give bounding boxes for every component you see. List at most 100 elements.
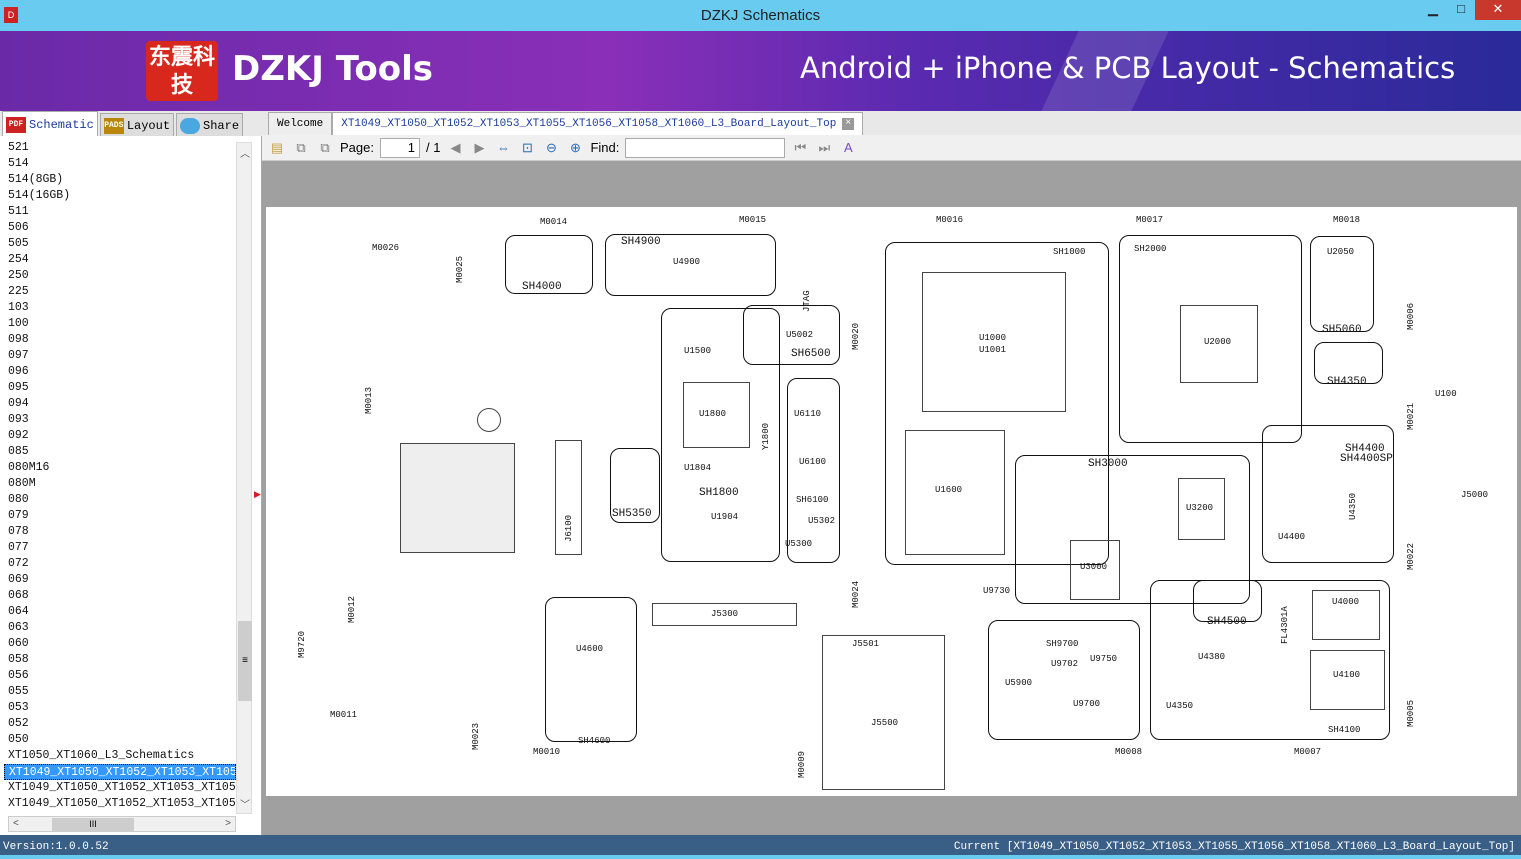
list-item[interactable]: 511: [4, 204, 236, 220]
close-tab-icon[interactable]: ×: [842, 118, 855, 130]
component-label: Y1800: [761, 422, 771, 450]
component-label: SH5350: [612, 508, 652, 520]
list-item[interactable]: 077: [4, 540, 236, 556]
component-label: JTAG: [802, 290, 812, 312]
list-item[interactable]: 225: [4, 284, 236, 300]
vertical-scrollbar[interactable]: ︿ ≡ ﹀: [236, 142, 252, 814]
component-label: M0010: [533, 747, 561, 757]
component-label: U2000: [1204, 337, 1232, 347]
scroll-thumb[interactable]: III: [52, 818, 134, 831]
list-item[interactable]: 505: [4, 236, 236, 252]
list-item[interactable]: 100: [4, 316, 236, 332]
find-prev-icon[interactable]: ⏮: [791, 139, 809, 157]
paste-icon[interactable]: ⧉: [316, 139, 334, 157]
list-item[interactable]: 093: [4, 412, 236, 428]
next-page-icon[interactable]: ▶: [470, 139, 488, 157]
list-item[interactable]: 069: [4, 572, 236, 588]
zoom-out-icon[interactable]: ⊖: [542, 139, 560, 157]
list-item[interactable]: 063: [4, 620, 236, 636]
list-item[interactable]: 058: [4, 652, 236, 668]
copy-icon[interactable]: ⧉: [292, 139, 310, 157]
list-item[interactable]: 079: [4, 508, 236, 524]
list-item[interactable]: 514(16GB): [4, 188, 236, 204]
list-item[interactable]: 072: [4, 556, 236, 572]
list-item[interactable]: 052: [4, 716, 236, 732]
list-item[interactable]: 055: [4, 684, 236, 700]
list-item[interactable]: 050: [4, 732, 236, 748]
component-label: U4350: [1348, 492, 1358, 520]
list-item[interactable]: XT1050_XT1060_L3_Schematics: [4, 748, 236, 764]
list-item[interactable]: 098: [4, 332, 236, 348]
status-bar: Version:1.0.0.52 Current [XT1049_XT1050_…: [0, 835, 1521, 859]
close-button[interactable]: ✕: [1475, 0, 1521, 20]
list-item[interactable]: 506: [4, 220, 236, 236]
scroll-thumb[interactable]: ≡: [238, 621, 252, 701]
component-label: J5000: [1461, 490, 1489, 500]
page-input[interactable]: 1: [379, 137, 420, 158]
tab-board-layout[interactable]: XT1049_XT1050_XT1052_XT1053_XT1055_XT105…: [332, 112, 864, 135]
document-viewer[interactable]: ▶ M0014 M0015 M0016 M0017 M0018 M0026 M0025 SH4…: [254, 161, 1521, 835]
list-item[interactable]: 056: [4, 668, 236, 684]
fit-page-icon[interactable]: ⊡: [518, 139, 536, 157]
tagline: Android + iPhone & PCB Layout - Schemati…: [800, 51, 1456, 85]
list-item[interactable]: 092: [4, 428, 236, 444]
minimize-button[interactable]: ▁: [1419, 0, 1447, 20]
list-item[interactable]: 080M16: [4, 460, 236, 476]
list-item[interactable]: 068: [4, 588, 236, 604]
component-label: U4600: [576, 644, 604, 654]
pcb-board: M0014 M0015 M0016 M0017 M0018 M0026 M0025 SH400…: [266, 207, 1517, 796]
tab-welcome[interactable]: Welcome: [268, 112, 333, 135]
tab-share[interactable]: Share: [176, 113, 244, 137]
file-list[interactable]: 521 514 514(8GB) 514(16GB) 511 506 505 254 250 22…: [4, 140, 236, 812]
list-item[interactable]: XT1049_XT1050_XT1052_XT1053_XT1055_XT1: [4, 796, 236, 812]
list-item[interactable]: 080: [4, 492, 236, 508]
fit-width-icon[interactable]: ⇔: [494, 139, 512, 157]
list-item[interactable]: 053: [4, 700, 236, 716]
tab-schematic[interactable]: PDF Schematic: [2, 111, 98, 137]
zoom-in-icon[interactable]: ⊕: [566, 139, 584, 157]
open-icon[interactable]: ▤: [268, 139, 286, 157]
list-item[interactable]: 095: [4, 380, 236, 396]
collapse-handle-icon[interactable]: ▶: [254, 489, 261, 500]
list-item[interactable]: 080M: [4, 476, 236, 492]
prev-page-icon[interactable]: ◀: [446, 139, 464, 157]
tab-label: Layout: [126, 118, 171, 133]
list-item[interactable]: 085: [4, 444, 236, 460]
find-input[interactable]: [625, 137, 786, 158]
list-item[interactable]: 064: [4, 604, 236, 620]
list-item[interactable]: 250: [4, 268, 236, 284]
scroll-left-icon[interactable]: <: [13, 818, 19, 829]
list-item[interactable]: 254: [4, 252, 236, 268]
list-item[interactable]: 103: [4, 300, 236, 316]
tab-layout[interactable]: PADS Layout: [99, 113, 175, 137]
component-label: U4380: [1198, 652, 1226, 662]
component-label: J5501: [852, 639, 880, 649]
find-next-icon[interactable]: ⏭: [815, 139, 833, 157]
file-list-panel: 521 514 514(8GB) 514(16GB) 511 506 505 254 250 22…: [0, 136, 262, 835]
component-label: SH1000: [1053, 247, 1086, 257]
list-item[interactable]: 521: [4, 140, 236, 156]
component-label: M0015: [739, 215, 767, 225]
component-label: SH9700: [1046, 639, 1079, 649]
list-item[interactable]: 097: [4, 348, 236, 364]
list-item[interactable]: 078: [4, 524, 236, 540]
list-item[interactable]: XT1049_XT1050_XT1052_XT1053_XT1055_XT1: [4, 780, 236, 796]
pads-icon: PADS: [103, 117, 124, 134]
maximize-button[interactable]: □: [1447, 0, 1475, 20]
component-label: M0013: [364, 386, 374, 414]
highlight-icon[interactable]: A: [839, 139, 857, 157]
list-item[interactable]: 514: [4, 156, 236, 172]
scroll-right-icon[interactable]: >: [225, 818, 231, 829]
scroll-down-icon[interactable]: ﹀: [240, 796, 250, 811]
list-item[interactable]: XT1049_XT1050_XT1052_XT1053_XT1055_XT1: [4, 764, 236, 780]
tab-label: Share: [203, 118, 240, 133]
scroll-up-icon[interactable]: ︿: [240, 145, 250, 160]
component-label: M0024: [851, 580, 861, 608]
current-file-text: Current [XT1049_XT1050_XT1052_XT1053_XT1…: [953, 841, 1515, 853]
list-item[interactable]: 094: [4, 396, 236, 412]
list-item[interactable]: 060: [4, 636, 236, 652]
list-item[interactable]: 096: [4, 364, 236, 380]
horizontal-scrollbar[interactable]: < III >: [8, 816, 236, 832]
component-label: U5900: [1005, 678, 1033, 688]
list-item[interactable]: 514(8GB): [4, 172, 236, 188]
